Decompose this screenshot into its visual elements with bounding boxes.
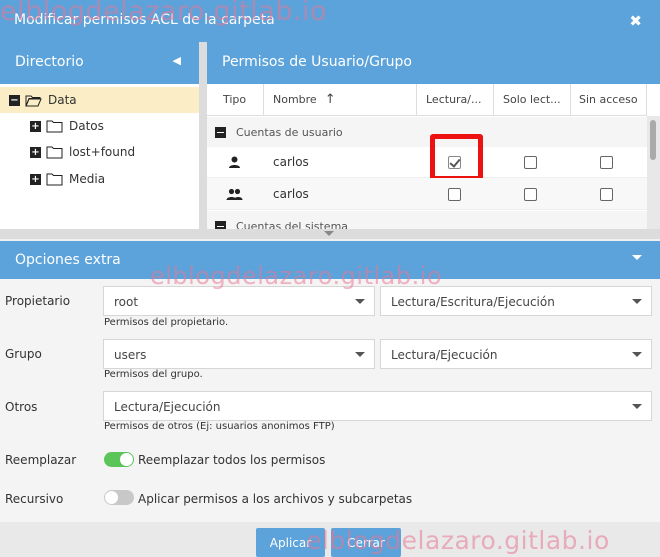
tree-item-datos[interactable]: + Datos	[0, 113, 199, 139]
folder-icon	[46, 173, 63, 185]
scrollbar-thumb[interactable]	[650, 120, 656, 160]
folder-icon	[46, 146, 63, 158]
replace-text: Reemplazar todos los permisos	[138, 453, 326, 467]
expand-icon[interactable]: +	[30, 146, 41, 158]
group-perm-select[interactable]: Lectura/Ejecución	[380, 339, 652, 369]
chevron-down-icon[interactable]	[632, 255, 642, 260]
others-label: Otros	[5, 400, 38, 414]
tree-item-label: lost+found	[69, 145, 136, 159]
directory-panel: Directorio ◀ − Data + Datos + lost+found…	[0, 42, 199, 229]
chevron-down-icon	[632, 299, 642, 304]
highlight-box	[430, 134, 483, 181]
recursive-toggle[interactable]	[104, 490, 134, 505]
vertical-splitter[interactable]	[199, 42, 207, 229]
expand-icon[interactable]: +	[30, 120, 41, 132]
others-hint: Permisos de otros (Ej: usuarios anonimos…	[104, 421, 335, 432]
chevron-down-icon	[632, 352, 642, 357]
readonly-checkbox[interactable]	[524, 187, 537, 201]
user-icon	[228, 146, 241, 178]
apply-button[interactable]: Aplicar	[256, 528, 325, 557]
column-label: Solo lect...	[503, 93, 561, 106]
tree-item-label: Media	[69, 172, 106, 186]
group-label: Cuentas del sistema	[236, 219, 349, 230]
group-row-user-accounts[interactable]: Cuentas de usuario	[207, 117, 647, 147]
column-sin-acceso[interactable]: Sin acceso	[571, 84, 647, 116]
permissions-header: Permisos de Usuario/Grupo	[207, 42, 660, 84]
owner-perm-select[interactable]: Lectura/Escritura/Ejecución	[380, 286, 652, 316]
collapse-icon[interactable]	[215, 126, 226, 138]
folder-open-icon	[25, 95, 42, 106]
select-value: Lectura/Escritura/Ejecución	[391, 295, 555, 309]
recursive-text: Aplicar permisos a los archivos y subcar…	[138, 492, 413, 506]
group-user-select[interactable]: users	[103, 339, 375, 369]
tree-item-label: Data	[48, 93, 77, 107]
dialog-footer: Aplicar Cerrar	[0, 522, 660, 557]
read-checkbox[interactable]	[448, 187, 461, 201]
permissions-panel: Permisos de Usuario/Grupo Tipo Nombre ↑ …	[207, 42, 660, 229]
recursive-label: Recursivo	[5, 492, 64, 506]
dialog-title: Modificar permisos ACL de la carpeta	[14, 12, 275, 28]
select-value: users	[114, 348, 147, 362]
options-header[interactable]: Opciones extra	[0, 241, 660, 279]
noaccess-checkbox[interactable]	[600, 155, 613, 169]
column-label: Sin acceso	[579, 93, 638, 106]
table-row[interactable]: carlos	[207, 146, 647, 178]
group-icon	[226, 178, 243, 210]
toggle-knob	[105, 491, 118, 504]
folder-icon	[46, 120, 63, 132]
tree-item-label: Datos	[69, 119, 104, 133]
noaccess-checkbox[interactable]	[600, 187, 613, 201]
tree-item-lost-found[interactable]: + lost+found	[0, 139, 199, 165]
cancel-button[interactable]: Cerrar	[331, 528, 401, 557]
column-lectura[interactable]: Lectura/...	[417, 84, 494, 116]
column-solo-lectura[interactable]: Solo lect...	[494, 84, 571, 116]
directory-title: Directorio	[15, 54, 84, 70]
expand-icon[interactable]: +	[30, 173, 41, 185]
close-icon[interactable]: ✖	[629, 12, 642, 30]
select-value: root	[114, 295, 139, 309]
chevron-down-icon	[355, 299, 365, 304]
table-row[interactable]: carlos	[207, 178, 647, 210]
sort-ascending-icon: ↑	[324, 92, 336, 107]
tree-item-media[interactable]: + Media	[0, 166, 199, 192]
collapse-down-icon[interactable]	[324, 231, 334, 236]
toggle-knob	[120, 453, 133, 466]
group-row-system-accounts[interactable]: Cuentas del sistema	[207, 211, 647, 229]
dialog-titlebar: Modificar permisos ACL de la carpeta ✖	[0, 0, 660, 42]
readonly-checkbox[interactable]	[524, 155, 537, 169]
vertical-scrollbar[interactable]	[647, 116, 660, 229]
chevron-down-icon	[355, 352, 365, 357]
others-perm-select[interactable]: Lectura/Ejecución	[103, 391, 652, 421]
user-name: carlos	[273, 155, 309, 169]
group-label: Grupo	[5, 347, 42, 361]
horizontal-splitter[interactable]	[0, 229, 660, 239]
group-name: carlos	[273, 187, 309, 201]
permissions-title: Permisos de Usuario/Grupo	[222, 54, 412, 70]
options-title: Opciones extra	[15, 252, 121, 268]
tree-item-data[interactable]: − Data	[0, 87, 199, 113]
replace-toggle[interactable]	[104, 452, 134, 467]
group-hint: Permisos del grupo.	[104, 369, 203, 380]
column-nombre[interactable]: Nombre ↑	[264, 84, 417, 116]
replace-label: Reemplazar	[5, 453, 77, 467]
collapse-left-icon[interactable]: ◀	[173, 54, 181, 67]
options-body: Propietario root Lectura/Escritura/Ejecu…	[0, 279, 660, 522]
chevron-down-icon	[632, 404, 642, 409]
collapse-icon[interactable]: −	[9, 94, 20, 106]
column-label: Tipo	[223, 93, 247, 106]
column-label: Nombre	[273, 93, 317, 106]
select-value: Lectura/Ejecución	[114, 400, 221, 414]
group-label: Cuentas de usuario	[236, 125, 343, 139]
collapse-icon[interactable]	[215, 220, 226, 229]
owner-label: Propietario	[5, 294, 71, 308]
column-tipo[interactable]: Tipo	[207, 84, 264, 116]
column-label: Lectura/...	[426, 93, 482, 106]
owner-hint: Permisos del propietario.	[104, 317, 229, 328]
select-value: Lectura/Ejecución	[391, 348, 498, 362]
owner-user-select[interactable]: root	[103, 286, 375, 316]
directory-header: Directorio ◀	[0, 42, 199, 84]
